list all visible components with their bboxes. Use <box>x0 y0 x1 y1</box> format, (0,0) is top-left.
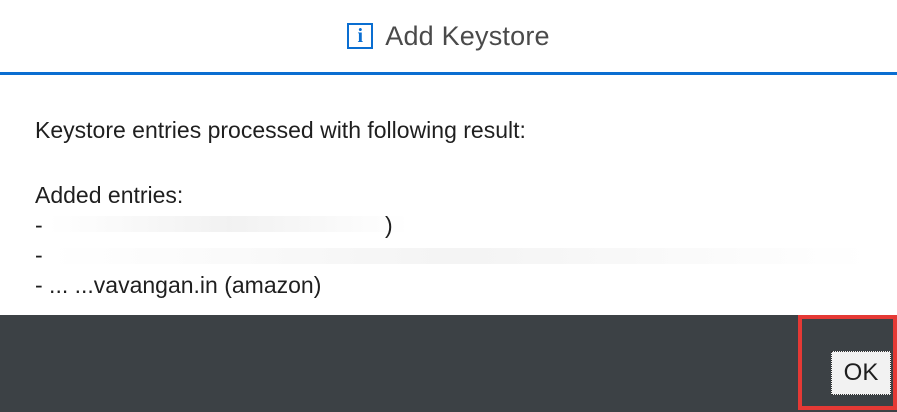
result-message: Keystore entries processed with followin… <box>35 117 526 143</box>
entry-item-1-text: - <box>35 212 43 238</box>
add-keystore-dialog: i Add Keystore Keystore entries processe… <box>0 0 897 412</box>
info-icon: i <box>347 23 374 49</box>
added-entries-label: Added entries: <box>35 182 184 208</box>
entry-item-3: - ... ...vavangan.in (amazon) <box>35 270 526 300</box>
dialog-header: i Add Keystore <box>0 0 897 72</box>
dialog-footer <box>0 315 897 412</box>
entry-item-1-suffix: ) <box>385 212 393 238</box>
entry-item-2-text: - <box>35 242 43 268</box>
entry-item-1: - ) <box>35 210 526 240</box>
ok-button[interactable]: OK <box>831 351 891 395</box>
entry-item-2-blur <box>49 248 869 264</box>
entry-item-2: - <box>35 240 869 270</box>
dialog-content: Keystore entries processed with followin… <box>35 112 869 300</box>
dialog-title: Add Keystore <box>385 20 550 51</box>
entry-item-1-blur <box>49 216 409 232</box>
entry-item-3-text: - ... ...vavangan.in (amazon) <box>35 272 322 298</box>
header-divider <box>0 72 897 75</box>
